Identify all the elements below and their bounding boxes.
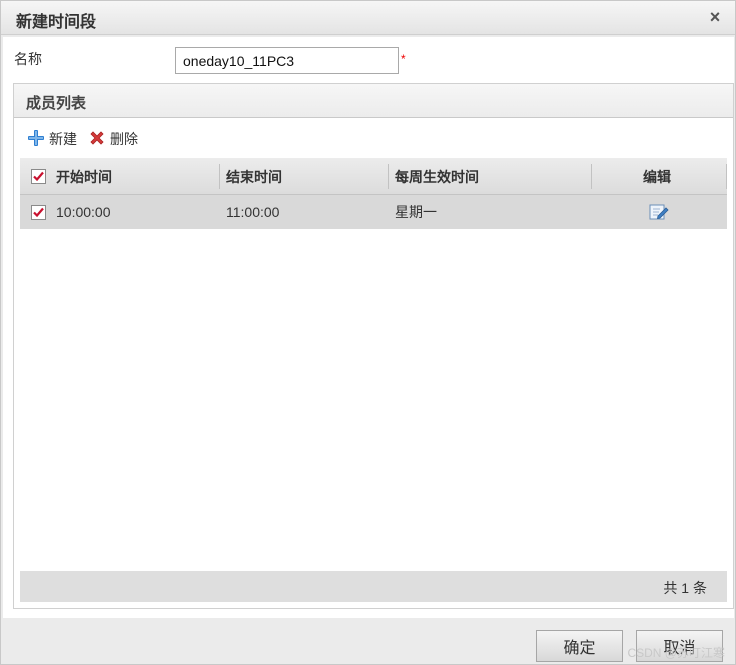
delete-button[interactable]: 删除 xyxy=(88,128,138,150)
column-header-weekday[interactable]: 每周生效时间 xyxy=(395,158,479,195)
record-count: 共 1 条 xyxy=(663,580,707,596)
select-all-checkbox[interactable] xyxy=(31,158,46,195)
panel-toolbar: 新建 删除 xyxy=(14,128,733,150)
dialog-titlebar[interactable]: 新建时间段 × xyxy=(1,1,735,35)
cell-start-time: 10:00:00 xyxy=(56,204,111,220)
close-icon[interactable]: × xyxy=(705,7,725,27)
checkbox-checked-icon xyxy=(31,169,46,184)
column-header-end[interactable]: 结束时间 xyxy=(226,158,282,195)
cell-end-time: 11:00:00 xyxy=(226,204,280,220)
plus-icon xyxy=(27,129,45,150)
column-header-start[interactable]: 开始时间 xyxy=(56,158,112,195)
dialog-title: 新建时间段 xyxy=(16,14,97,31)
panel-title: 成员列表 xyxy=(26,95,87,112)
column-separator xyxy=(591,164,592,189)
member-list-panel: 成员列表 新建 删除 开始时间 结束时间 每周生效时间 编辑 10:00:00 … xyxy=(13,83,734,609)
cell-weekday: 星期一 xyxy=(395,204,437,220)
column-separator xyxy=(219,164,220,189)
dialog-window: 新建时间段 × 名称 * 成员列表 xyxy=(0,0,736,665)
panel-header: 成员列表 xyxy=(14,84,733,118)
checkbox-checked-icon xyxy=(31,204,46,220)
column-separator xyxy=(388,164,389,189)
ok-button[interactable]: 确定 xyxy=(536,630,623,662)
grid-footer: 共 1 条 xyxy=(20,571,727,602)
delete-x-icon xyxy=(88,129,106,150)
new-button[interactable]: 新建 xyxy=(27,128,77,150)
row-checkbox[interactable] xyxy=(31,195,46,229)
delete-button-label: 删除 xyxy=(110,131,138,147)
new-button-label: 新建 xyxy=(49,131,77,147)
grid-header: 开始时间 结束时间 每周生效时间 编辑 xyxy=(20,158,727,195)
edit-icon[interactable] xyxy=(649,195,669,229)
required-mark: * xyxy=(401,52,406,66)
name-input[interactable] xyxy=(175,47,399,74)
name-label: 名称 xyxy=(14,51,42,67)
column-header-edit[interactable]: 编辑 xyxy=(643,158,671,195)
watermark: CSDN @苏叮江寒 xyxy=(627,646,725,660)
column-separator xyxy=(726,164,727,189)
dialog-body: 名称 * 成员列表 新建 xyxy=(3,37,734,618)
table-row[interactable]: 10:00:00 11:00:00 星期一 xyxy=(20,195,727,229)
